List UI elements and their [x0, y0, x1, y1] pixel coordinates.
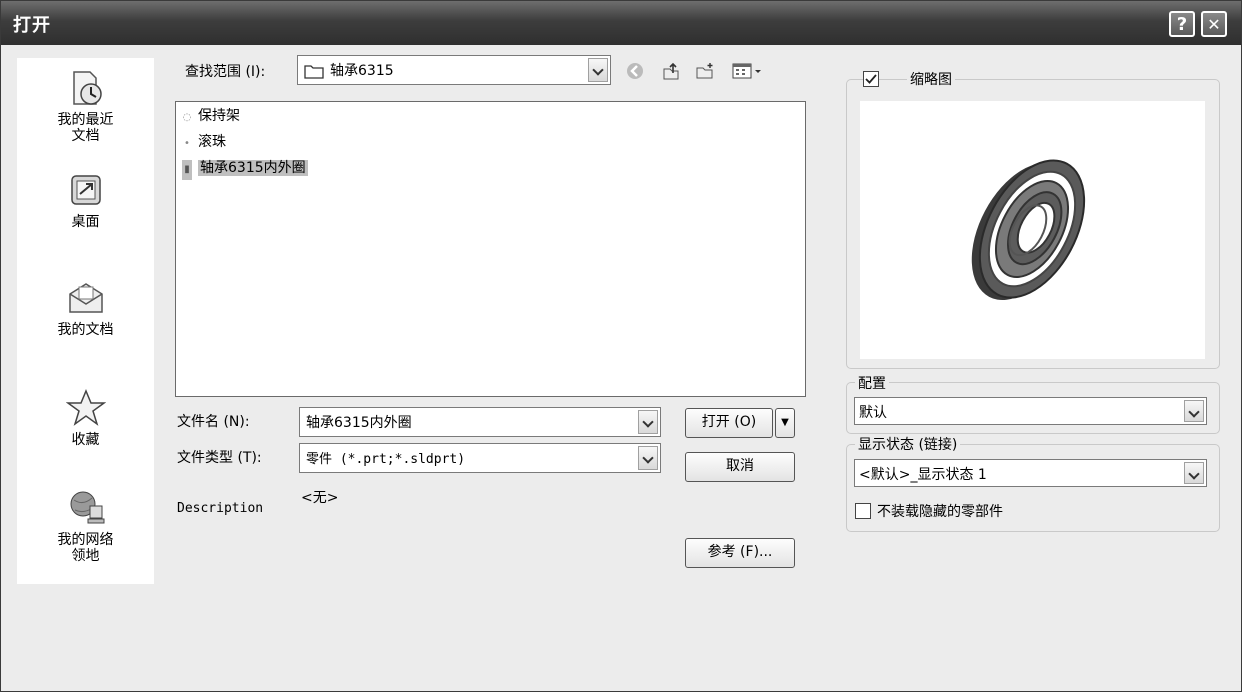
chevron-down-icon[interactable]	[638, 410, 658, 434]
display-state-select[interactable]: <默认>_显示状态 1	[854, 459, 1207, 487]
hidden-components-checkbox[interactable]	[855, 503, 871, 519]
file-item[interactable]: ◌ 保持架	[182, 106, 240, 126]
cancel-button[interactable]: 取消	[685, 452, 795, 482]
open-options-dropdown[interactable]: ▼	[775, 408, 795, 438]
references-button[interactable]: 参考 (F)...	[685, 538, 795, 568]
place-label-my-documents: 我的文档	[57, 322, 114, 338]
network-places-icon	[70, 491, 104, 524]
chevron-down-icon[interactable]	[1184, 400, 1204, 422]
part-file-icon: ▮	[182, 160, 192, 180]
place-my-documents[interactable]: 我的文档	[17, 278, 154, 338]
configuration-select[interactable]: 默认	[854, 397, 1207, 425]
place-favorites[interactable]: 收藏	[17, 388, 154, 448]
my-documents-icon	[68, 283, 103, 313]
thumbnail-preview	[860, 101, 1205, 359]
configuration-label: 配置	[855, 373, 889, 393]
description-label: Description	[177, 501, 264, 516]
favorites-star-icon	[65, 389, 106, 426]
view-menu-icon[interactable]	[731, 61, 765, 81]
display-state-value: <默认>_显示状态 1	[859, 467, 987, 483]
filetype-value: 零件 (*.prt;*.sldprt)	[306, 452, 466, 467]
filename-value: 轴承6315内外圈	[306, 415, 412, 431]
back-icon[interactable]	[625, 61, 645, 81]
open-dialog: 打开 ? ✕ 我的最近 文档 桌面 我的文档 收藏 我的网络 领地 查找范围 (…	[0, 0, 1242, 692]
chevron-down-icon[interactable]	[588, 58, 608, 82]
folder-icon	[304, 65, 324, 79]
lookin-value: 轴承6315	[330, 63, 394, 79]
place-label-recent: 我的最近 文档	[57, 112, 114, 144]
place-label-favorites: 收藏	[71, 432, 100, 448]
place-label-desktop: 桌面	[71, 214, 100, 230]
filetype-select[interactable]: 零件 (*.prt;*.sldprt)	[299, 443, 661, 473]
part-file-icon: •	[184, 138, 190, 149]
new-folder-icon[interactable]	[695, 61, 715, 81]
places-bar: 我的最近 文档 桌面 我的文档 收藏 我的网络 领地	[17, 58, 154, 584]
open-button[interactable]: 打开 (O)	[685, 408, 773, 438]
description-value: <无>	[301, 490, 339, 506]
place-label-network: 我的网络 领地	[57, 532, 114, 564]
thumbnail-checkbox[interactable]	[863, 71, 879, 87]
chevron-down-icon[interactable]	[638, 446, 658, 470]
lookin-combo[interactable]: 轴承6315	[297, 55, 611, 85]
lookin-label: 查找范围 (I):	[185, 64, 266, 80]
display-state-label: 显示状态 (链接)	[855, 434, 961, 454]
place-desktop[interactable]: 桌面	[17, 170, 154, 230]
up-folder-icon[interactable]	[661, 61, 681, 81]
place-recent-documents[interactable]: 我的最近 文档	[17, 68, 154, 144]
bearing-thumbnail-image	[971, 159, 1086, 301]
hidden-components-label: 不装载隐藏的零部件	[877, 504, 1003, 520]
place-network[interactable]: 我的网络 领地	[17, 488, 154, 564]
filename-label: 文件名 (N):	[177, 414, 250, 430]
filetype-label: 文件类型 (T):	[177, 450, 262, 466]
file-item[interactable]: • 滚珠	[182, 132, 226, 152]
recent-documents-icon	[72, 71, 102, 105]
title-bar[interactable]: 打开 ? ✕	[1, 1, 1241, 45]
checkmark-icon	[865, 74, 877, 84]
configuration-value: 默认	[859, 405, 887, 421]
part-file-icon: ◌	[182, 112, 192, 123]
thumbnail-label: 缩略图	[907, 69, 955, 89]
dialog-title: 打开	[13, 15, 51, 36]
file-list[interactable]: ◌ 保持架 • 滚珠 ▮ 轴承6315内外圈	[175, 101, 806, 397]
filename-input[interactable]: 轴承6315内外圈	[299, 407, 661, 437]
close-button[interactable]: ✕	[1201, 11, 1227, 37]
help-button[interactable]: ?	[1169, 11, 1195, 37]
desktop-icon	[70, 175, 101, 205]
file-item-selected[interactable]: ▮ 轴承6315内外圈	[182, 158, 308, 180]
chevron-down-icon[interactable]	[1184, 462, 1204, 484]
